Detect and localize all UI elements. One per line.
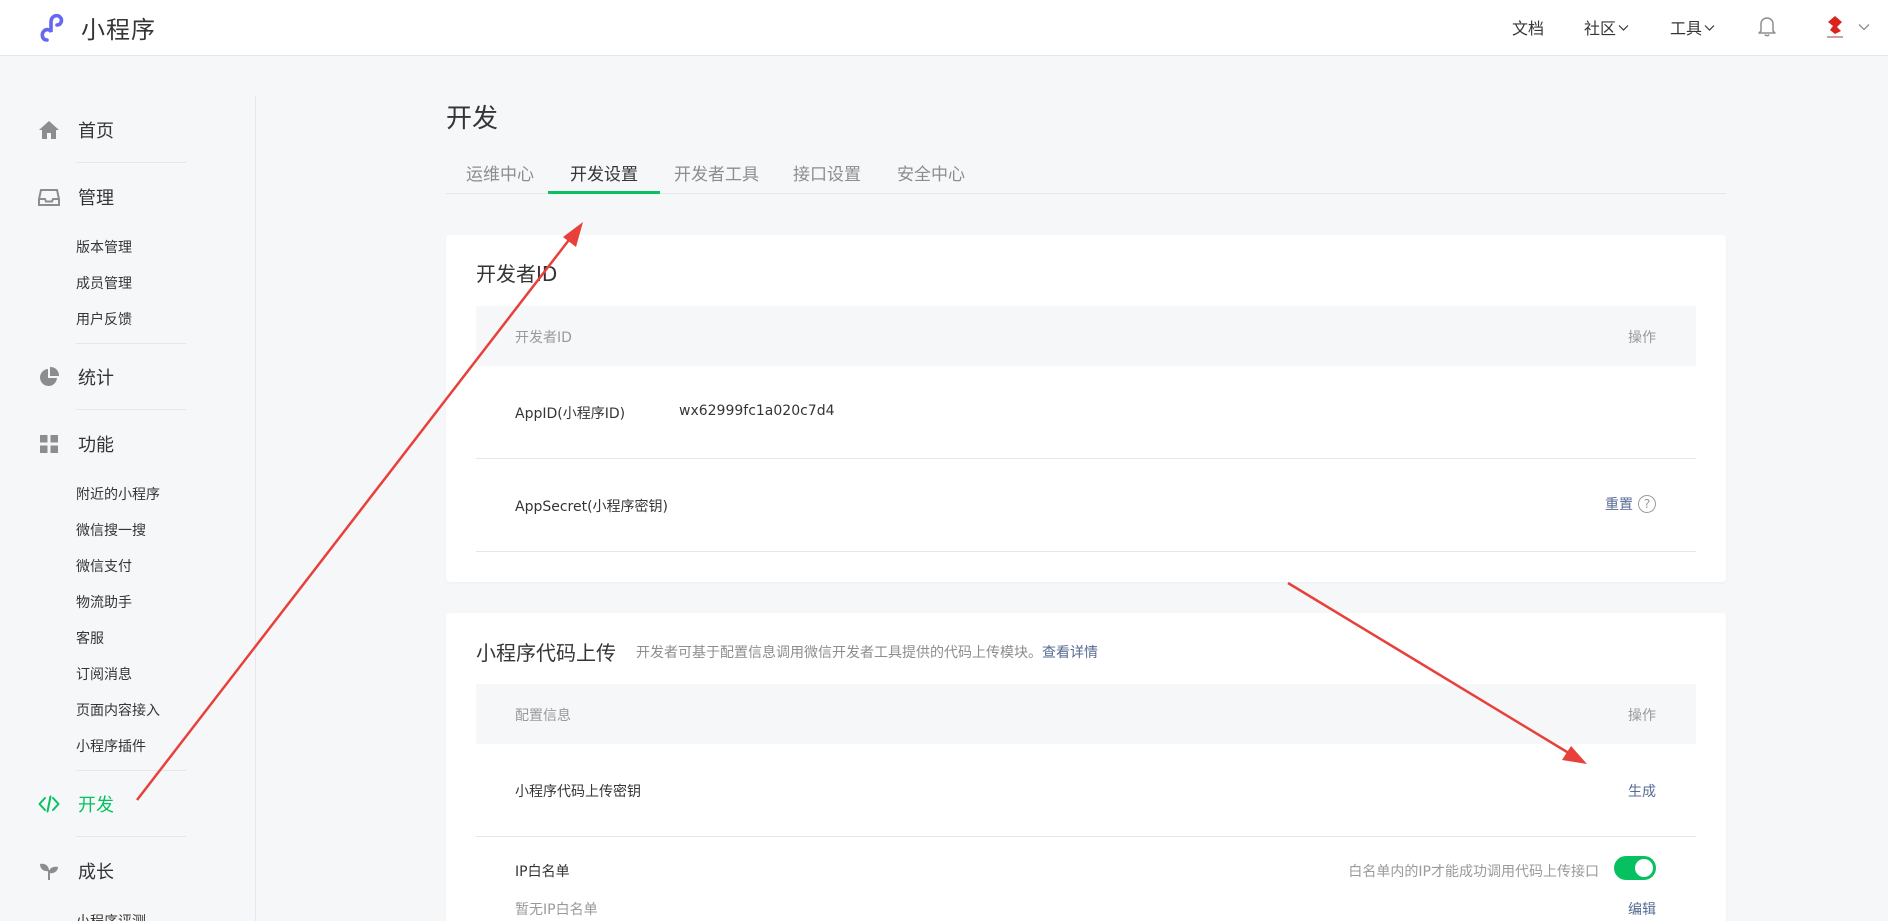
sidebar-item-feedback[interactable]: 用户反馈 bbox=[76, 309, 132, 329]
logo[interactable]: 小程序 bbox=[38, 10, 156, 44]
ip-whitelist-toggle[interactable] bbox=[1614, 856, 1656, 880]
table-row: AppID(小程序ID) wx62999fc1a020c7d4 bbox=[476, 366, 1696, 459]
bell-icon[interactable] bbox=[1757, 15, 1777, 37]
edit-link[interactable]: 编辑 bbox=[1628, 899, 1656, 919]
avatar[interactable] bbox=[1823, 14, 1847, 40]
sidebar-item-subscribe-msg[interactable]: 订阅消息 bbox=[76, 664, 132, 684]
page-title: 开发 bbox=[446, 104, 499, 134]
table-header: 配置信息 操作 bbox=[476, 684, 1696, 744]
sidebar-item-stats[interactable]: 统计 bbox=[38, 362, 114, 392]
ip-whitelist-hint: 白名单内的IP才能成功调用代码上传接口 bbox=[1348, 864, 1599, 880]
generate-link[interactable]: 生成 bbox=[1628, 781, 1656, 801]
pie-chart-icon bbox=[40, 366, 60, 386]
inbox-icon bbox=[38, 189, 60, 206]
table-row: 小程序代码上传密钥 生成 bbox=[476, 744, 1696, 837]
appsecret-label: AppSecret(小程序密钥) bbox=[515, 499, 669, 515]
table-row: AppSecret(小程序密钥) 重置? bbox=[476, 459, 1696, 552]
sidebar-divider bbox=[76, 409, 186, 410]
column-header: 操作 bbox=[1628, 708, 1656, 724]
sidebar-item-nearby[interactable]: 附近的小程序 bbox=[76, 484, 160, 504]
sidebar-item-wechat-pay[interactable]: 微信支付 bbox=[76, 556, 132, 576]
tab-bar: 运维中心 开发设置 开发者工具 接口设置 安全中心 bbox=[446, 160, 1726, 194]
help-icon[interactable]: ? bbox=[1638, 495, 1656, 513]
sidebar-divider bbox=[76, 343, 186, 344]
sidebar-item-label: 功能 bbox=[78, 435, 114, 456]
code-icon bbox=[38, 795, 60, 813]
card-title: 小程序代码上传 bbox=[476, 641, 616, 665]
miniprogram-logo-icon bbox=[40, 13, 64, 42]
tab-api-settings[interactable]: 接口设置 bbox=[793, 160, 861, 194]
sidebar-item-evaluation[interactable]: 小程序评测 bbox=[76, 911, 146, 921]
nav-docs-label: 文档 bbox=[1512, 19, 1545, 38]
column-header: 开发者ID bbox=[515, 330, 572, 346]
appid-label: AppID(小程序ID) bbox=[515, 406, 626, 422]
column-header: 配置信息 bbox=[515, 708, 571, 724]
appsecret-actions: 重置? bbox=[1605, 494, 1656, 514]
sidebar-item-develop[interactable]: 开发 bbox=[38, 789, 114, 819]
sidebar-item-manage[interactable]: 管理 bbox=[38, 182, 114, 212]
sidebar-item-label: 管理 bbox=[78, 188, 114, 209]
sidebar-item-label: 首页 bbox=[78, 121, 114, 142]
sidebar-item-label: 开发 bbox=[78, 795, 114, 816]
column-header: 操作 bbox=[1628, 330, 1656, 346]
sidebar-item-page-content[interactable]: 页面内容接入 bbox=[76, 700, 160, 720]
chevron-down-icon[interactable] bbox=[1857, 20, 1871, 34]
reset-link[interactable]: 重置 bbox=[1605, 497, 1633, 513]
nav-community-label: 社区 bbox=[1584, 19, 1617, 38]
code-upload-card: 小程序代码上传 开发者可基于配置信息调用微信开发者工具提供的代码上传模块。查看详… bbox=[446, 613, 1726, 921]
nav-tools[interactable]: 工具 bbox=[1670, 15, 1715, 39]
sidebar-item-features[interactable]: 功能 bbox=[38, 429, 114, 459]
home-icon bbox=[39, 121, 59, 139]
sidebar-item-label: 统计 bbox=[78, 368, 114, 389]
nav-docs[interactable]: 文档 bbox=[1512, 15, 1544, 39]
chevron-down-icon bbox=[1704, 24, 1715, 31]
sidebar-divider bbox=[76, 770, 186, 771]
tab-dev-tools[interactable]: 开发者工具 bbox=[674, 160, 759, 194]
sidebar-item-growth[interactable]: 成长 bbox=[38, 856, 114, 886]
ip-whitelist-empty: 暂无IP白名单 bbox=[515, 902, 598, 918]
grid-icon bbox=[40, 435, 58, 453]
ip-whitelist-label: IP白名单 bbox=[515, 864, 570, 880]
table-header: 开发者ID 操作 bbox=[476, 306, 1696, 366]
sidebar-item-members[interactable]: 成员管理 bbox=[76, 273, 132, 293]
developer-id-card: 开发者ID 开发者ID 操作 AppID(小程序ID) wx62999fc1a0… bbox=[446, 235, 1726, 582]
nav-tools-label: 工具 bbox=[1670, 19, 1703, 38]
sidebar-item-home[interactable]: 首页 bbox=[38, 115, 114, 145]
tab-security[interactable]: 安全中心 bbox=[897, 160, 965, 194]
description-text: 开发者可基于配置信息调用微信开发者工具提供的代码上传模块。 bbox=[636, 645, 1042, 661]
sidebar-item-versions[interactable]: 版本管理 bbox=[76, 237, 132, 257]
table-row: IP白名单 暂无IP白名单 白名单内的IP才能成功调用代码上传接口 编辑 bbox=[476, 837, 1696, 921]
view-details-link[interactable]: 查看详情 bbox=[1042, 645, 1098, 661]
nav-community[interactable]: 社区 bbox=[1584, 15, 1629, 39]
card-description: 开发者可基于配置信息调用微信开发者工具提供的代码上传模块。查看详情 bbox=[636, 642, 1098, 662]
sprout-icon bbox=[40, 863, 58, 880]
sidebar-item-wechat-search[interactable]: 微信搜一搜 bbox=[76, 520, 146, 540]
sidebar-divider bbox=[76, 836, 186, 837]
card-title: 开发者ID bbox=[476, 262, 558, 286]
tab-ops[interactable]: 运维中心 bbox=[466, 160, 534, 194]
sidebar-item-customer-service[interactable]: 客服 bbox=[76, 628, 104, 648]
sidebar-item-plugins[interactable]: 小程序插件 bbox=[76, 736, 146, 756]
chevron-down-icon bbox=[1618, 24, 1629, 31]
upload-key-label: 小程序代码上传密钥 bbox=[515, 784, 641, 800]
appid-value: wx62999fc1a020c7d4 bbox=[679, 403, 835, 419]
sidebar-item-label: 成长 bbox=[78, 862, 114, 883]
tab-dev-settings[interactable]: 开发设置 bbox=[570, 160, 638, 194]
app-name: 小程序 bbox=[81, 15, 156, 44]
top-bar: 小程序 文档 社区 工具 bbox=[0, 0, 1888, 56]
toggle-knob bbox=[1635, 859, 1653, 877]
sidebar-divider bbox=[76, 162, 186, 163]
sidebar-item-logistics[interactable]: 物流助手 bbox=[76, 592, 132, 612]
